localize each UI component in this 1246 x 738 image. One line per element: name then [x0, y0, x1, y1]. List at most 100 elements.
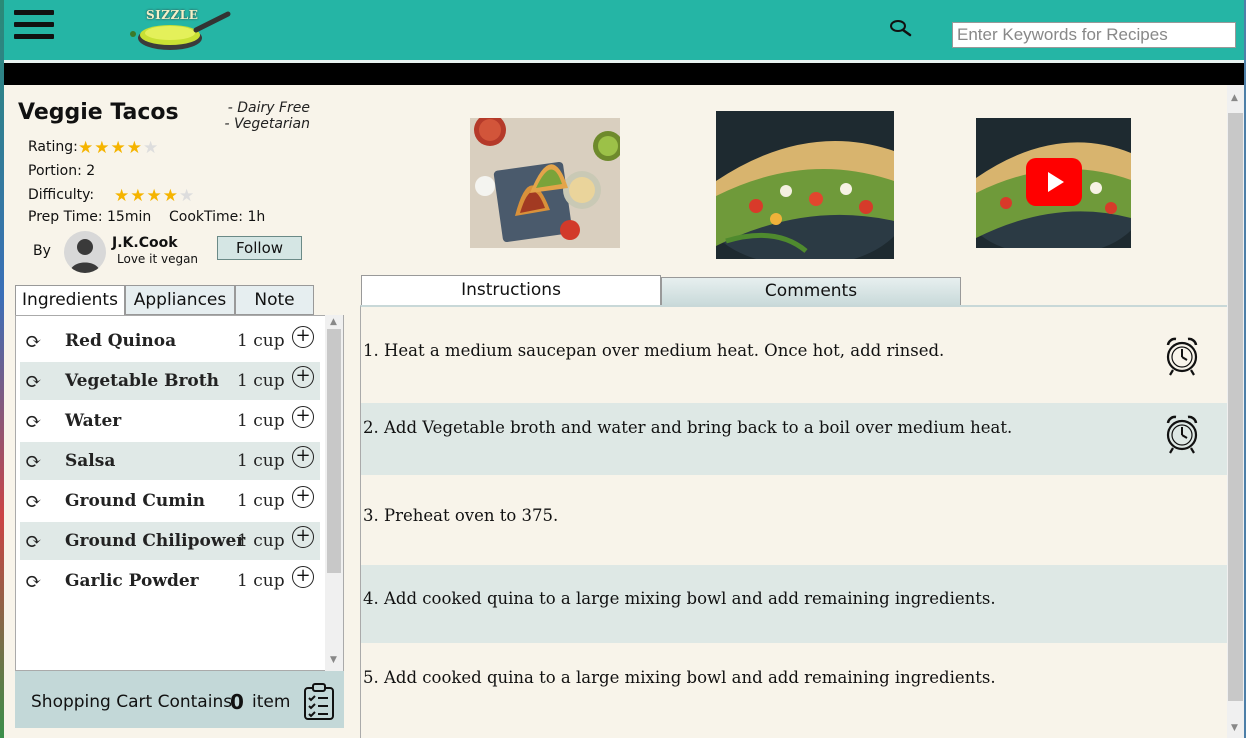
- ingredient-row: ⟳ Ground Chilipower 1 cup +: [20, 522, 320, 560]
- star-icon: ★: [130, 186, 146, 206]
- rating-stars[interactable]: ★ ★ ★ ★ ★: [78, 139, 159, 157]
- scroll-up-arrow[interactable]: ▲: [330, 317, 337, 327]
- play-icon[interactable]: [1026, 158, 1082, 206]
- star-icon: ★: [162, 186, 178, 206]
- ingredient-quantity: 1 cup: [237, 371, 285, 391]
- star-icon: ★: [114, 186, 130, 206]
- recipe-title: Veggie Tacos: [18, 100, 179, 125]
- scrollbar-thumb[interactable]: [1228, 113, 1243, 701]
- follow-button[interactable]: Follow: [217, 236, 302, 260]
- tab-note[interactable]: Note: [235, 285, 314, 315]
- ingredient-row: ⟳ Garlic Powder 1 cup +: [20, 562, 320, 600]
- instruction-text: 2. Add Vegetable broth and water and bri…: [363, 418, 1013, 437]
- search-input[interactable]: [952, 22, 1236, 48]
- ingredient-name: Water: [65, 411, 122, 431]
- refresh-icon[interactable]: ⟳: [25, 529, 42, 553]
- cook-time: CookTime: 1h: [169, 209, 266, 225]
- alarm-clock-icon[interactable]: [1164, 335, 1200, 377]
- ingredient-name: Garlic Powder: [65, 571, 199, 591]
- star-icon: ★: [179, 186, 195, 206]
- ingredient-quantity: 1 cup: [237, 411, 285, 431]
- scroll-down-arrow[interactable]: ▼: [1231, 723, 1238, 733]
- ingredient-quantity: 1 cup: [237, 571, 285, 591]
- ingredient-name: Vegetable Broth: [65, 371, 219, 391]
- star-icon[interactable]: ★: [78, 139, 93, 157]
- instruction-step: 4. Add cooked quina to a large mixing bo…: [361, 565, 1227, 643]
- ingredient-quantity: 1 cup: [237, 491, 285, 511]
- instruction-text: 4. Add cooked quina to a large mixing bo…: [363, 589, 996, 608]
- instruction-step: 2. Add Vegetable broth and water and bri…: [361, 403, 1227, 475]
- portion-text: Portion: 2: [28, 163, 96, 179]
- search-icon[interactable]: [887, 18, 913, 38]
- cart-label: Shopping Cart Contains: [31, 692, 233, 712]
- ingredients-scrollbar[interactable]: ▲ ▼: [325, 315, 343, 671]
- logo-text: SIZZLE: [146, 8, 199, 22]
- instruction-step: 1. Heat a medium saucepan over medium he…: [361, 307, 1227, 403]
- tab-ingredients[interactable]: Ingredients: [15, 285, 125, 317]
- star-icon: ★: [146, 186, 162, 206]
- add-circle-icon[interactable]: +: [292, 566, 314, 588]
- star-icon[interactable]: ★: [127, 139, 142, 157]
- ingredient-name: Ground Chilipower: [65, 531, 246, 551]
- rating-label: Rating:: [28, 139, 78, 155]
- author-name[interactable]: J.K.Cook: [112, 235, 178, 251]
- add-circle-icon[interactable]: +: [292, 526, 314, 548]
- alarm-clock-icon[interactable]: [1164, 413, 1200, 455]
- cart-count: 0: [230, 690, 244, 714]
- add-circle-icon[interactable]: +: [292, 486, 314, 508]
- scroll-up-arrow[interactable]: ▲: [1231, 93, 1238, 103]
- star-icon[interactable]: ★: [143, 139, 158, 157]
- ingredient-name: Ground Cumin: [65, 491, 206, 511]
- ingredient-row: ⟳ Ground Cumin 1 cup +: [20, 482, 320, 520]
- author-bio: Love it vegan: [117, 252, 199, 266]
- scroll-down-arrow[interactable]: ▼: [330, 655, 337, 665]
- ingredient-row: ⟳ Water 1 cup +: [20, 402, 320, 440]
- star-icon[interactable]: ★: [94, 139, 109, 157]
- ingredient-name: Red Quinoa: [65, 331, 177, 351]
- hamburger-menu-icon[interactable]: [14, 10, 54, 46]
- shopping-cart-bar: Shopping Cart Contains 0 item: [15, 671, 344, 728]
- page-scrollbar[interactable]: ▲ ▼: [1227, 85, 1244, 738]
- instruction-text: 1. Heat a medium saucepan over medium he…: [363, 341, 945, 360]
- refresh-icon[interactable]: ⟳: [25, 329, 42, 353]
- ingredient-row: ⟳ Red Quinoa 1 cup +: [20, 322, 320, 360]
- star-icon[interactable]: ★: [111, 139, 126, 157]
- ingredient-quantity: 1 cup: [237, 451, 285, 471]
- refresh-icon[interactable]: ⟳: [25, 449, 42, 473]
- prep-time: Prep Time: 15min: [28, 209, 152, 225]
- refresh-icon[interactable]: ⟳: [25, 569, 42, 593]
- nav-strip: [4, 63, 1244, 85]
- ingredient-quantity: 1 cup: [237, 331, 285, 351]
- diet-tags: - Dairy Free - Vegetarian: [206, 100, 310, 132]
- instruction-step: 3. Preheat oven to 375.: [361, 479, 1227, 565]
- recipe-video[interactable]: [976, 118, 1131, 248]
- refresh-icon[interactable]: ⟳: [25, 489, 42, 513]
- tab-appliances[interactable]: Appliances: [125, 285, 235, 315]
- tab-instructions[interactable]: Instructions: [361, 275, 661, 306]
- by-label: By: [33, 243, 51, 259]
- clipboard-checklist-icon[interactable]: [303, 683, 335, 721]
- sizzle-logo[interactable]: SIZZLE: [128, 4, 232, 56]
- recipe-photo-1[interactable]: [470, 118, 620, 248]
- instruction-text: 3. Preheat oven to 375.: [363, 506, 559, 525]
- scrollbar-thumb[interactable]: [327, 329, 341, 573]
- refresh-icon[interactable]: ⟳: [25, 409, 42, 433]
- instructions-panel: 1. Heat a medium saucepan over medium he…: [360, 305, 1227, 738]
- diet-tag: - Vegetarian: [224, 116, 310, 132]
- diet-tag: - Dairy Free: [227, 100, 310, 116]
- instruction-step: 5. Add cooked quina to a large mixing bo…: [361, 643, 1227, 733]
- add-circle-icon[interactable]: +: [292, 406, 314, 428]
- cart-unit: item: [252, 692, 291, 712]
- difficulty-stars: ★ ★ ★ ★ ★: [114, 187, 195, 205]
- ingredient-row: ⟳ Salsa 1 cup +: [20, 442, 320, 480]
- add-circle-icon[interactable]: +: [292, 366, 314, 388]
- refresh-icon[interactable]: ⟳: [25, 369, 42, 393]
- recipe-photo-2[interactable]: [716, 111, 894, 259]
- add-circle-icon[interactable]: +: [292, 326, 314, 348]
- difficulty-label: Difficulty:: [28, 187, 95, 203]
- avatar-icon[interactable]: [64, 231, 106, 273]
- ingredient-name: Salsa: [65, 451, 116, 471]
- add-circle-icon[interactable]: +: [292, 446, 314, 468]
- tab-comments[interactable]: Comments: [661, 277, 961, 306]
- instruction-text: 5. Add cooked quina to a large mixing bo…: [363, 668, 996, 687]
